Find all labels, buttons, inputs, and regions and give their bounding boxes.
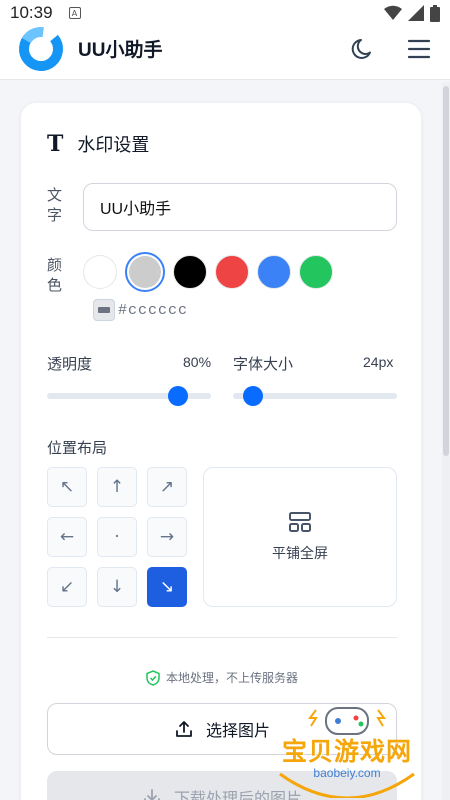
position-option-button[interactable]: ↘	[147, 567, 187, 607]
position-option-button[interactable]: ↑	[97, 467, 137, 507]
section-title-label: 水印设置	[77, 135, 150, 156]
position-option-button[interactable]: →	[147, 517, 187, 557]
watermark-site-url: baobeiy.com	[313, 766, 381, 780]
position-option-button[interactable]: ↙	[47, 567, 87, 607]
color-swatch[interactable]	[299, 255, 333, 289]
color-label: 颜色	[47, 256, 63, 294]
status-time: 10:39	[10, 3, 53, 22]
divider	[47, 637, 397, 638]
text-label: 文字	[47, 186, 63, 224]
color-swatch[interactable]	[215, 255, 249, 289]
select-image-label: 选择图片	[205, 721, 270, 740]
font-size-label: 字体大小	[233, 355, 294, 373]
opacity-label: 透明度	[47, 355, 93, 373]
menu-hamburger-icon[interactable]	[406, 36, 432, 62]
tile-layout-icon	[289, 512, 311, 532]
upload-icon	[176, 721, 192, 737]
opacity-slider-thumb[interactable]	[168, 386, 189, 406]
watermark-settings-card: T 水印设置 文字 UU小助手 颜色 #cccccc 透明度 80% 字体大小 …	[20, 102, 422, 800]
color-swatches	[83, 252, 333, 292]
status-bar: 10:39 A	[0, 0, 450, 26]
site-watermark-logo: 宝贝游戏网 baobeiy.com	[272, 704, 422, 798]
signal-icon	[408, 5, 424, 21]
notification-icon: A	[68, 7, 81, 19]
wifi-icon	[384, 5, 402, 21]
section-title: T 水印设置	[47, 131, 149, 157]
shield-check-icon	[146, 669, 160, 686]
color-swatch[interactable]	[125, 252, 165, 292]
position-option-button[interactable]: ↗	[147, 467, 187, 507]
tile-fullscreen-button[interactable]: 平铺全屏	[203, 467, 397, 607]
color-swatch[interactable]	[173, 255, 207, 289]
download-icon	[144, 789, 160, 800]
position-option-button[interactable]: ·	[97, 517, 137, 557]
color-picker-button[interactable]	[93, 299, 115, 321]
text-format-icon: T	[47, 131, 64, 157]
dark-mode-moon-icon[interactable]	[350, 36, 376, 62]
position-option-button[interactable]: ↖	[47, 467, 87, 507]
font-size-slider-thumb[interactable]	[242, 386, 263, 406]
scrollbar-thumb[interactable]	[443, 86, 449, 456]
watermark-text-input[interactable]: UU小助手	[83, 183, 397, 231]
watermark-site-name: 宝贝游戏网	[281, 737, 412, 766]
font-size-value: 24px	[363, 354, 394, 370]
position-label: 位置布局	[47, 439, 108, 457]
app-title: UU小助手	[78, 40, 163, 61]
hex-color-row: #cccccc	[93, 299, 188, 321]
app-logo-icon	[19, 26, 63, 71]
color-swatch[interactable]	[257, 255, 291, 289]
tile-label: 平铺全屏	[272, 546, 328, 562]
color-swatch[interactable]	[83, 255, 117, 289]
hex-value: #cccccc	[118, 301, 189, 319]
opacity-value: 80%	[183, 354, 212, 370]
position-option-button[interactable]: ↓	[97, 567, 137, 607]
privacy-note: 本地处理，不上传服务器	[21, 669, 423, 686]
position-option-button[interactable]: ←	[47, 517, 87, 557]
privacy-note-text: 本地处理，不上传服务器	[165, 671, 298, 685]
battery-icon	[430, 4, 440, 22]
